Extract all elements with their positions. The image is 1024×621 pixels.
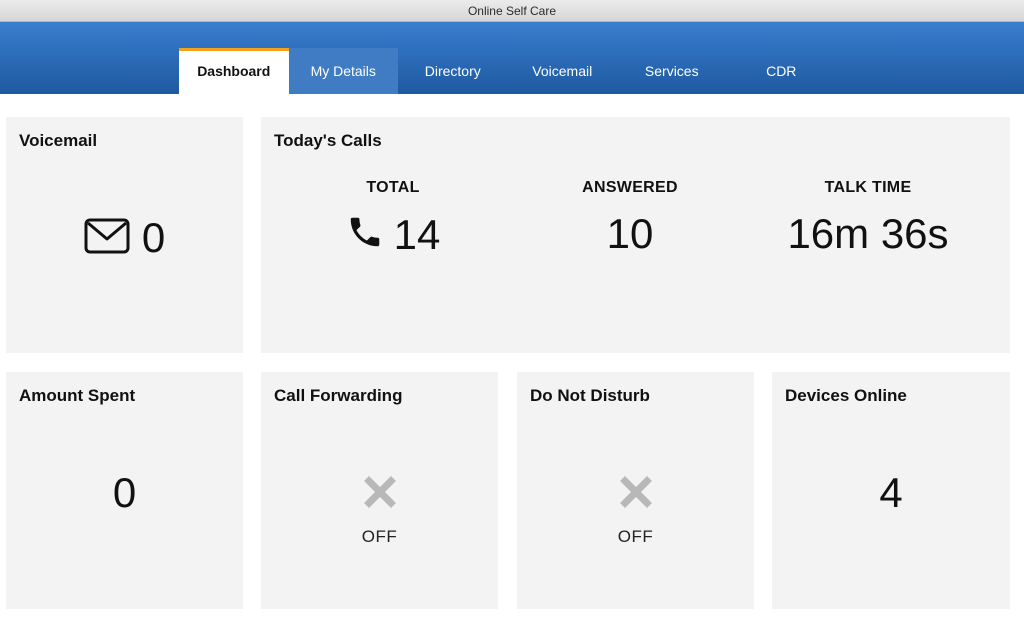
window-title: Online Self Care [467,3,557,18]
card-title: Devices Online [785,386,907,405]
header-bar: Dashboard My Details Directory Voicemail… [0,22,1024,94]
tab-services[interactable]: Services [617,48,727,94]
answered-calls-stat: ANSWERED 10 [510,179,750,255]
x-icon [363,476,396,513]
x-icon [619,476,652,513]
tab-cdr[interactable]: CDR [727,48,837,94]
main-nav: Dashboard My Details Directory Voicemail… [179,48,836,94]
card-title: Voicemail [19,131,98,150]
tab-directory[interactable]: Directory [398,48,508,94]
card-title: Call Forwarding [274,386,403,405]
envelope-icon [84,218,130,259]
devices-online-card: Devices Online 4 [772,372,1010,609]
window-titlebar: Online Self Care [0,0,1024,22]
amount-spent-card: Amount Spent 0 [6,372,243,609]
voicemail-count: 0 [141,214,166,261]
total-calls-value: 14 [393,210,441,258]
voicemail-count-display: 0 [6,217,243,259]
card-title: Today's Calls [274,131,382,150]
voicemail-card: Voicemail 0 [6,117,243,353]
total-calls-stat: TOTAL 14 [273,179,513,256]
todays-calls-card: Today's Calls TOTAL 14 ANSWERED 10 TALK … [261,117,1010,353]
phone-icon [346,213,384,256]
talk-time-label: TALK TIME [824,179,912,196]
card-title: Do Not Disturb [530,386,650,405]
answered-label: ANSWERED [582,179,678,196]
do-not-disturb-status: OFF [617,527,654,546]
tab-dashboard[interactable]: Dashboard [179,48,289,94]
card-title: Amount Spent [19,386,136,405]
call-forwarding-card: Call Forwarding OFF [261,372,498,609]
tab-voicemail[interactable]: Voicemail [508,48,618,94]
tab-my-details[interactable]: My Details [288,48,398,94]
talk-time-value: 16m 36s [787,210,949,257]
talk-time-stat: TALK TIME 16m 36s [748,179,988,255]
amount-spent-value: 0 [112,469,137,516]
answered-calls-value: 10 [606,210,654,257]
call-forwarding-status: OFF [361,527,398,546]
devices-online-value: 4 [879,469,903,516]
total-label: TOTAL [366,179,420,196]
do-not-disturb-card: Do Not Disturb OFF [517,372,754,609]
